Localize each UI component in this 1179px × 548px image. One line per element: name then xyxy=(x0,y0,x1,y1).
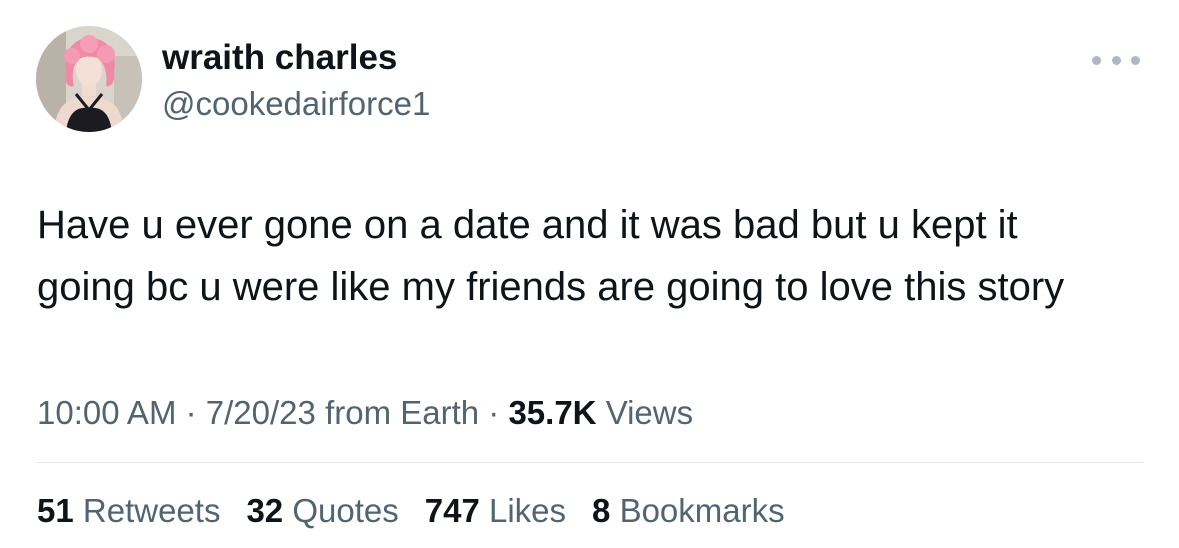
meta-separator: · xyxy=(185,394,197,431)
tweet-time[interactable]: 10:00 AM xyxy=(37,394,176,431)
bookmarks-stat[interactable]: 8 Bookmarks xyxy=(592,490,785,532)
divider xyxy=(37,462,1143,463)
avatar[interactable] xyxy=(36,26,142,132)
quotes-label: Quotes xyxy=(292,492,399,529)
retweets-label: Retweets xyxy=(82,492,221,529)
tweet-date[interactable]: 7/20/23 xyxy=(206,394,316,431)
tweet-source: from Earth xyxy=(325,394,480,431)
meta-separator: · xyxy=(488,394,500,431)
tweet-text: Have u ever gone on a date and it was ba… xyxy=(37,194,1147,318)
views-label: Views xyxy=(605,394,694,431)
retweets-count: 51 xyxy=(37,492,74,529)
more-horizontal-icon-dot xyxy=(1111,55,1121,65)
bookmarks-count: 8 xyxy=(592,492,611,529)
bookmarks-label: Bookmarks xyxy=(619,492,785,529)
tweet-text-line: Have u ever gone on a date and it was ba… xyxy=(37,203,1018,247)
quotes-stat[interactable]: 32 Quotes xyxy=(246,490,398,532)
likes-label: Likes xyxy=(488,492,567,529)
quotes-count: 32 xyxy=(246,492,284,529)
more-options-button[interactable] xyxy=(1092,46,1140,74)
more-horizontal-icon-dot xyxy=(1131,55,1140,65)
profile-photo xyxy=(36,26,142,132)
author-display-name[interactable]: wraith charles xyxy=(162,38,397,78)
views-count[interactable]: 35.7K xyxy=(508,394,596,431)
likes-count: 747 xyxy=(424,492,480,529)
author-handle[interactable]: @cookedairforce1 xyxy=(162,84,430,124)
engagement-stats: 51 Retweets 32 Quotes 747 Likes 8 Bookma… xyxy=(37,490,785,532)
more-horizontal-icon xyxy=(1092,55,1101,65)
retweets-stat[interactable]: 51 Retweets xyxy=(37,490,220,532)
tweet-text-line: going bc u were like my friends are goin… xyxy=(37,265,1065,309)
tweet-metadata: 10:00 AM · 7/20/23 from Earth · 35.7K Vi… xyxy=(37,392,693,434)
likes-stat[interactable]: 747 Likes xyxy=(425,490,566,532)
